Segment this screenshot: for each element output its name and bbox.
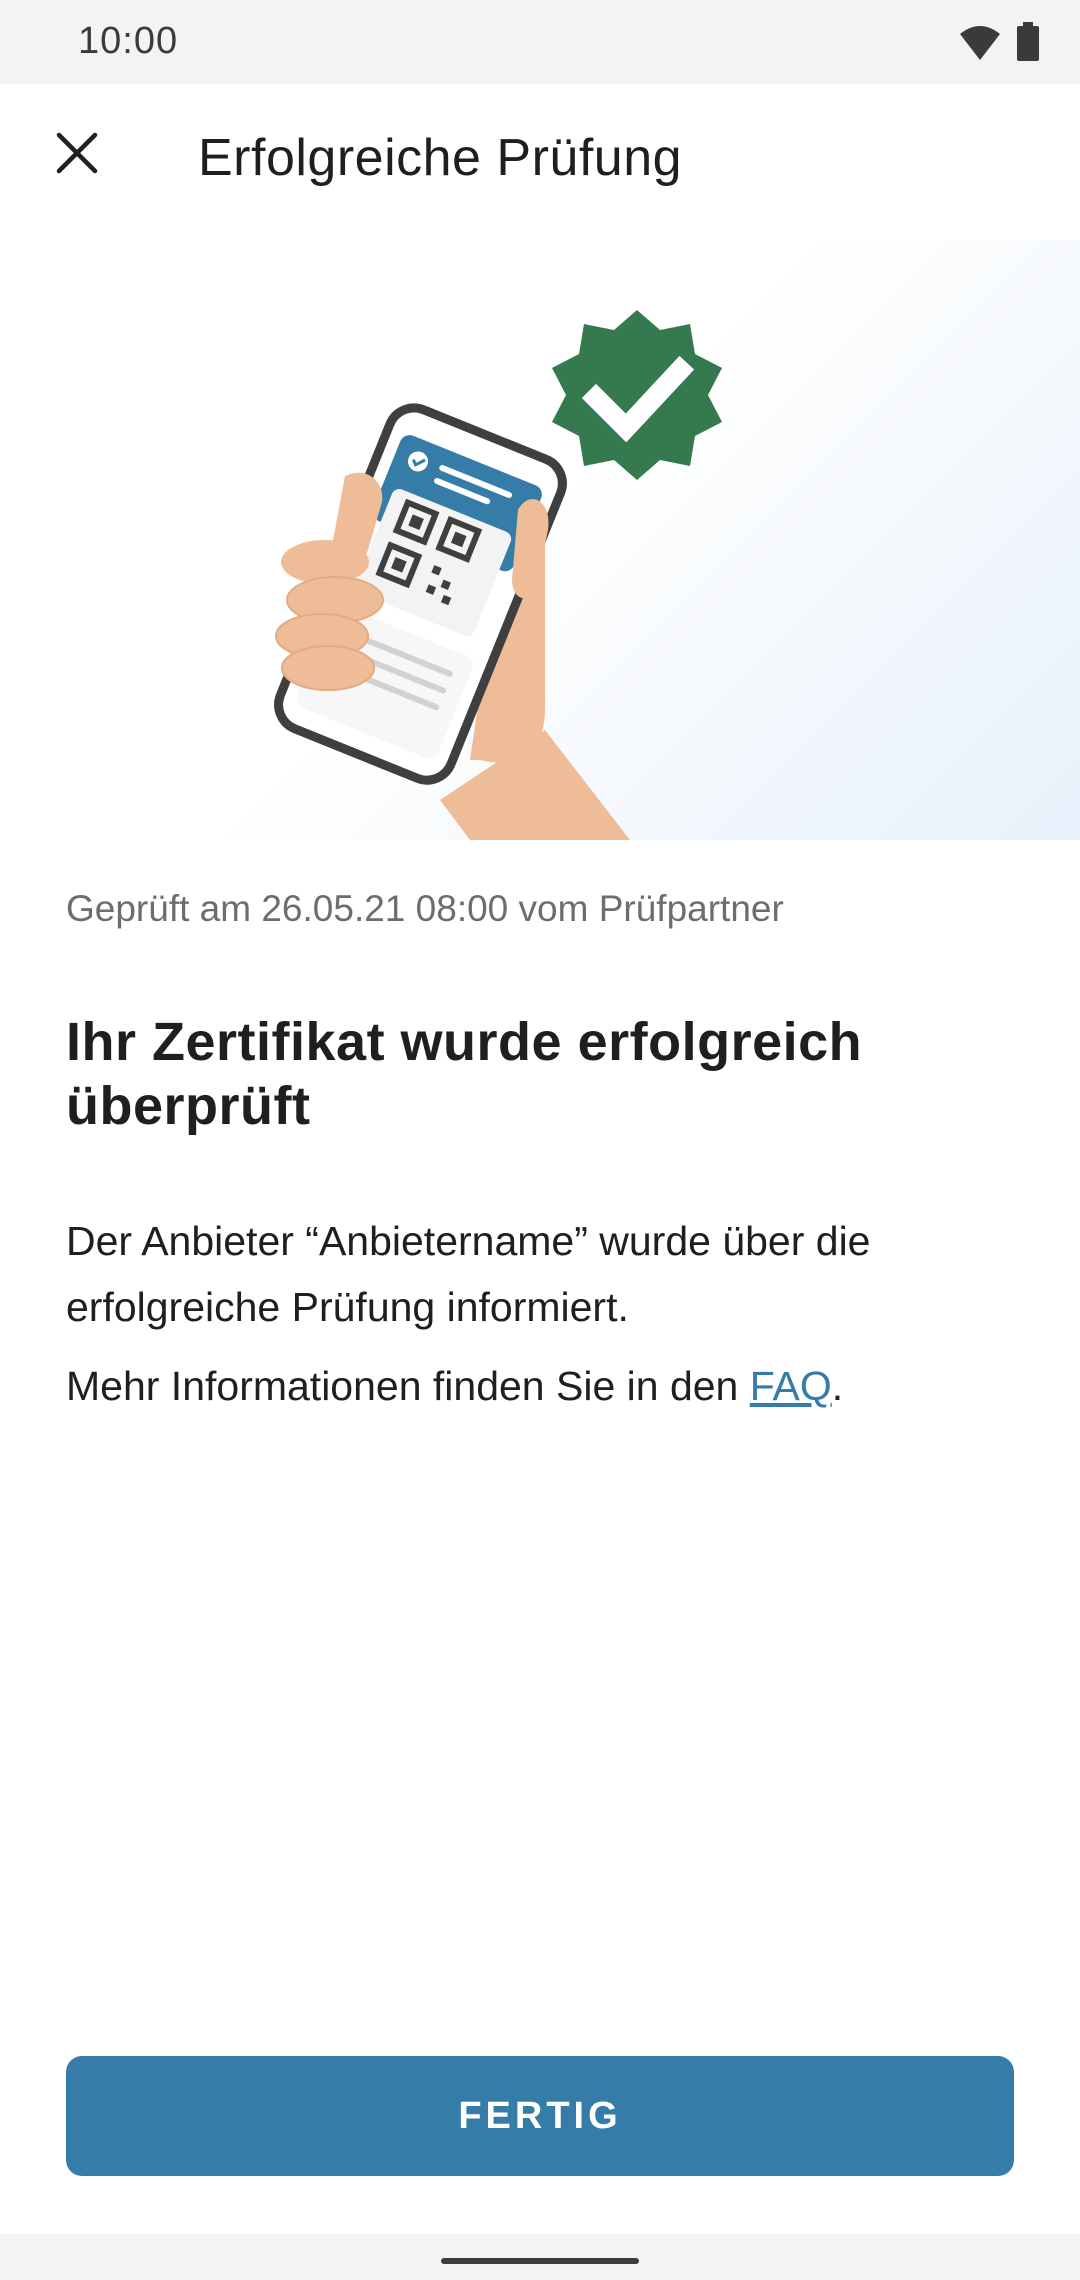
faq-suffix: . [831,1363,844,1409]
info-paragraph: Der Anbieter “Anbietername” wurde über d… [66,1218,871,1330]
close-icon [55,131,99,180]
done-button[interactable]: FERTIG [66,2056,1014,2176]
close-button[interactable] [40,118,114,192]
wifi-icon [958,22,1002,67]
battery-icon [1016,22,1040,67]
page-title: Erfolgreiche Prüfung [198,129,683,187]
result-headline: Ihr Zertifikat wurde erfolgreich überprü… [66,1012,863,1136]
faq-prefix: Mehr Informationen finden Sie in den [66,1363,750,1409]
navigation-bar [0,2234,1080,2280]
status-icons [958,22,1040,67]
home-gesture-handle[interactable] [441,2258,639,2264]
faq-link[interactable]: FAQ [750,1363,832,1409]
status-time: 10:00 [78,20,179,62]
status-bar: 10:00 [0,0,1080,84]
verification-timestamp: Geprüft am 26.05.21 08:00 vom Prüfpartne… [66,888,784,929]
check-badge-icon [552,310,722,480]
app-bar: Erfolgreiche Prüfung [0,84,1080,240]
faq-paragraph: Mehr Informationen finden Sie in den FAQ… [66,1356,1026,1416]
hero-illustration [0,240,1080,840]
